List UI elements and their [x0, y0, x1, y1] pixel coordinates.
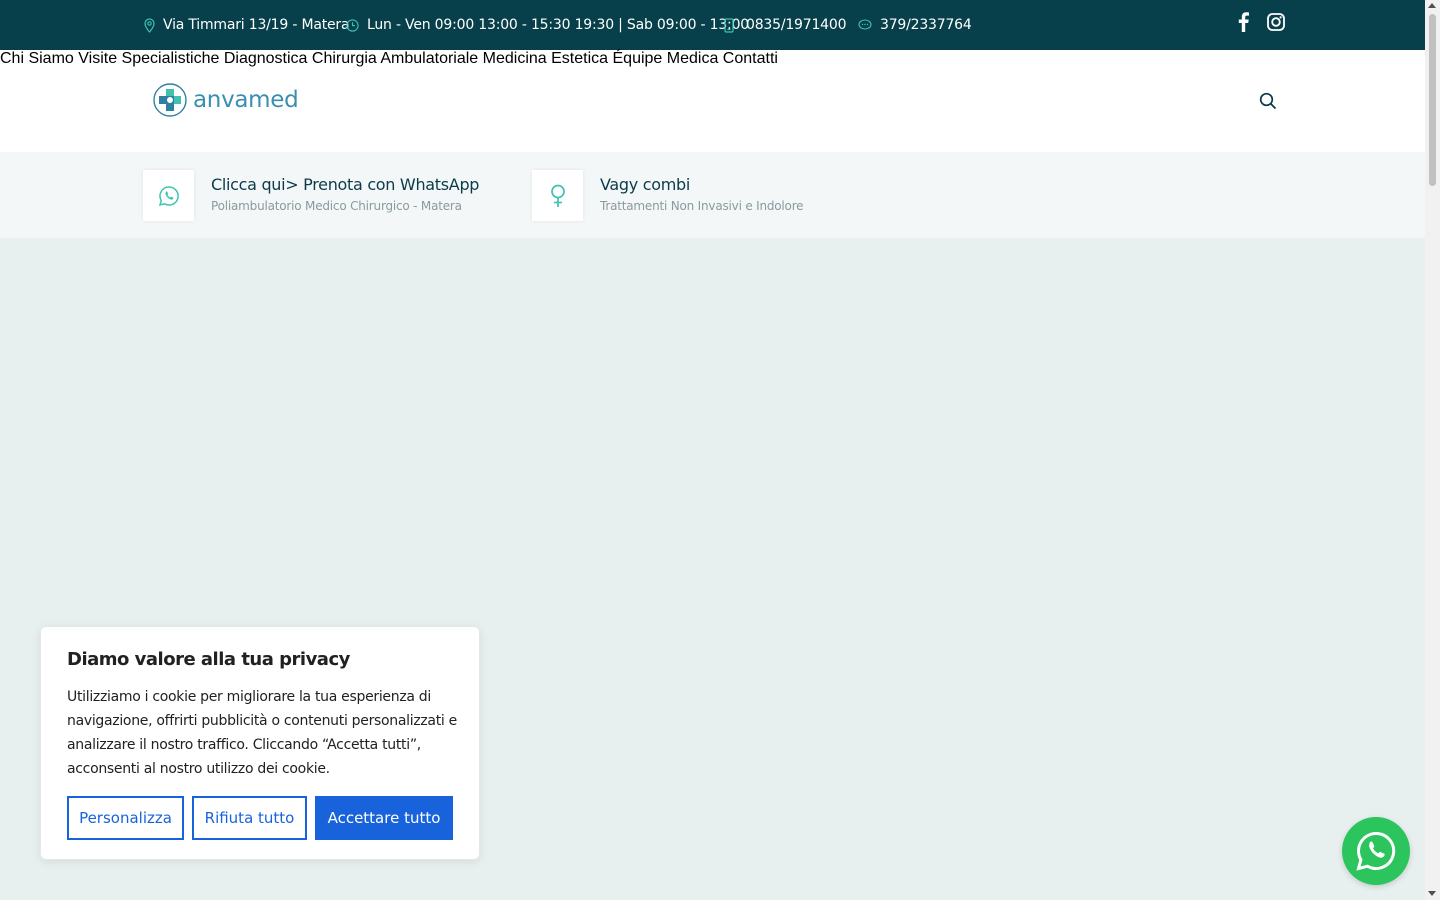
nav-chi-siamo[interactable]: Chi Siamo: [0, 50, 74, 67]
customize-button[interactable]: Personalizza: [67, 796, 184, 840]
accept-all-button[interactable]: Accettare tutto: [315, 796, 453, 840]
phone-text[interactable]: 0835/1971400: [746, 17, 846, 33]
main-nav: Chi Siamo Visite Specialistiche Diagnost…: [0, 50, 1425, 68]
nav-diagnostica[interactable]: Diagnostica: [224, 50, 308, 67]
hours-info: Lun - Ven 09:00 13:00 - 15:30 19:30 | Sa…: [346, 0, 749, 50]
address-info: Via Timmari 13/19 - Matera: [144, 0, 350, 50]
search-icon: [1259, 92, 1277, 110]
whatsapp-icon: [1356, 831, 1396, 871]
nav-visite-specialistiche[interactable]: Visite Specialistiche: [78, 50, 219, 67]
feature-female-box[interactable]: [532, 170, 583, 221]
whatsapp-number-info[interactable]: 379/2337764: [858, 0, 972, 50]
feature-whatsapp-box[interactable]: [143, 170, 194, 221]
logo-text: anvamed: [193, 87, 299, 113]
hours-text: Lun - Ven 09:00 13:00 - 15:30 19:30 | Sa…: [367, 17, 749, 33]
search-button[interactable]: [1259, 92, 1277, 115]
phone-info[interactable]: 0835/1971400: [724, 0, 846, 50]
facebook-icon[interactable]: [1238, 12, 1249, 32]
feature-whatsapp-subtitle: Poliambulatorio Medico Chirurgico - Mate…: [211, 199, 462, 213]
instagram-icon[interactable]: [1267, 13, 1285, 31]
logo-cross-icon: [153, 83, 187, 117]
whatsapp-float-button[interactable]: [1342, 817, 1410, 885]
social-links: [1238, 12, 1285, 32]
reject-all-button[interactable]: Rifiuta tutto: [192, 796, 307, 840]
feature-whatsapp-title[interactable]: Clicca qui> Prenota con WhatsApp: [211, 175, 479, 194]
nav-equipe-medica[interactable]: Équipe Medica: [613, 50, 719, 67]
address-text: Via Timmari 13/19 - Matera: [163, 17, 350, 33]
location-pin-icon: [144, 17, 155, 33]
whatsapp-number-text[interactable]: 379/2337764: [880, 17, 972, 33]
page-scrollbar[interactable]: [1425, 0, 1440, 900]
features-strip: Clicca qui> Prenota con WhatsApp Poliamb…: [0, 152, 1425, 238]
nav-chirurgia-ambulatoriale[interactable]: Chirurgia Ambulatoriale: [312, 50, 478, 67]
clock-icon: [346, 18, 359, 32]
female-icon: [550, 184, 565, 207]
scroll-down-arrow-icon[interactable]: [1428, 891, 1436, 896]
cookie-body: Utilizziamo i cookie per migliorare la t…: [67, 689, 457, 777]
main-header: anvamed Chi Siamo Visite Specialistiche …: [0, 50, 1425, 152]
cookie-consent-banner: Diamo valore alla tua privacy Utilizziam…: [40, 626, 480, 860]
top-bar: Via Timmari 13/19 - Matera Lun - Ven 09:…: [0, 0, 1425, 50]
chat-icon: [858, 19, 872, 30]
cookie-title: Diamo valore alla tua privacy: [67, 649, 350, 670]
scrollbar-thumb[interactable]: [1429, 14, 1436, 186]
nav-medicina-estetica[interactable]: Medicina Estetica: [483, 50, 608, 67]
feature-female-title[interactable]: Vagy combi: [600, 175, 690, 194]
whatsapp-icon: [158, 185, 179, 206]
scroll-up-arrow-icon[interactable]: [1428, 3, 1436, 8]
nav-contatti[interactable]: Contatti: [723, 50, 778, 67]
site-logo[interactable]: anvamed: [153, 83, 299, 117]
feature-female-subtitle: Trattamenti Non Invasivi e Indolore: [600, 199, 804, 213]
mobile-phone-icon: [724, 17, 734, 33]
